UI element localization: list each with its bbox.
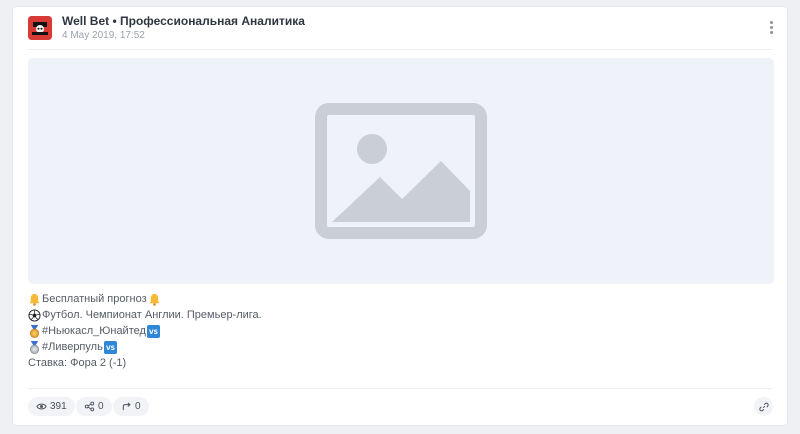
text-line: Бесплатный прогноз xyxy=(28,291,768,307)
repost-button[interactable]: 0 xyxy=(113,397,149,416)
soccer-ball-icon xyxy=(28,308,41,322)
post-date: 4 May 2019, 17:52 xyxy=(62,30,145,41)
channel-name[interactable]: Well Bet • Профессиональная Аналитика xyxy=(62,14,305,28)
repost-icon xyxy=(122,402,131,411)
text-line: Футбол. Чемпионат Англии. Премьер-лига. xyxy=(28,307,768,323)
bell-icon xyxy=(29,293,40,306)
medal-icon xyxy=(29,324,40,338)
medal-icon xyxy=(29,340,40,354)
pirate-logo-icon xyxy=(28,16,52,40)
views-counter[interactable]: 391 xyxy=(28,397,75,416)
post-text: Бесплатный прогноз Футбол. Чемпионат Анг… xyxy=(28,291,768,371)
header-divider xyxy=(28,49,772,50)
text-line: Ставка: Фора 2 (-1) xyxy=(28,355,768,371)
copy-link-button[interactable] xyxy=(754,397,773,416)
more-vertical-icon[interactable] xyxy=(763,17,779,37)
text-line: #Ливерпуль VS xyxy=(28,339,768,355)
image-placeholder-icon xyxy=(315,103,487,239)
bell-icon xyxy=(149,293,160,306)
link-icon xyxy=(758,402,769,411)
eye-icon xyxy=(36,403,47,410)
views-count: 391 xyxy=(50,401,67,412)
hashtag-newcastle[interactable]: #Ньюкасл_Юнайтед xyxy=(42,323,146,339)
hashtag-liverpool[interactable]: #Ливерпуль xyxy=(42,339,103,355)
text-line: #Ньюкасл_Юнайтед VS xyxy=(28,323,768,339)
post-footer: 391 0 0 xyxy=(13,387,787,425)
text-line-content: Бесплатный прогноз xyxy=(42,293,147,305)
svg-text:VS: VS xyxy=(106,344,115,351)
share-button[interactable]: 0 xyxy=(76,397,112,416)
channel-avatar[interactable] xyxy=(28,16,52,40)
share-icon xyxy=(84,401,95,412)
vs-icon: VS xyxy=(103,340,117,354)
svg-text:VS: VS xyxy=(149,328,158,335)
text-line-content: Футбол. Чемпионат Англии. Премьер-лига. xyxy=(42,309,262,321)
vs-icon: VS xyxy=(146,324,160,338)
shares-count: 0 xyxy=(98,401,104,412)
bet-line: Ставка: Фора 2 (-1) xyxy=(28,357,127,369)
post-card: Well Bet • Профессиональная Аналитика 4 … xyxy=(12,6,788,426)
post-header: Well Bet • Профессиональная Аналитика 4 … xyxy=(13,7,787,49)
reposts-count: 0 xyxy=(135,401,141,412)
post-image[interactable] xyxy=(28,58,774,284)
